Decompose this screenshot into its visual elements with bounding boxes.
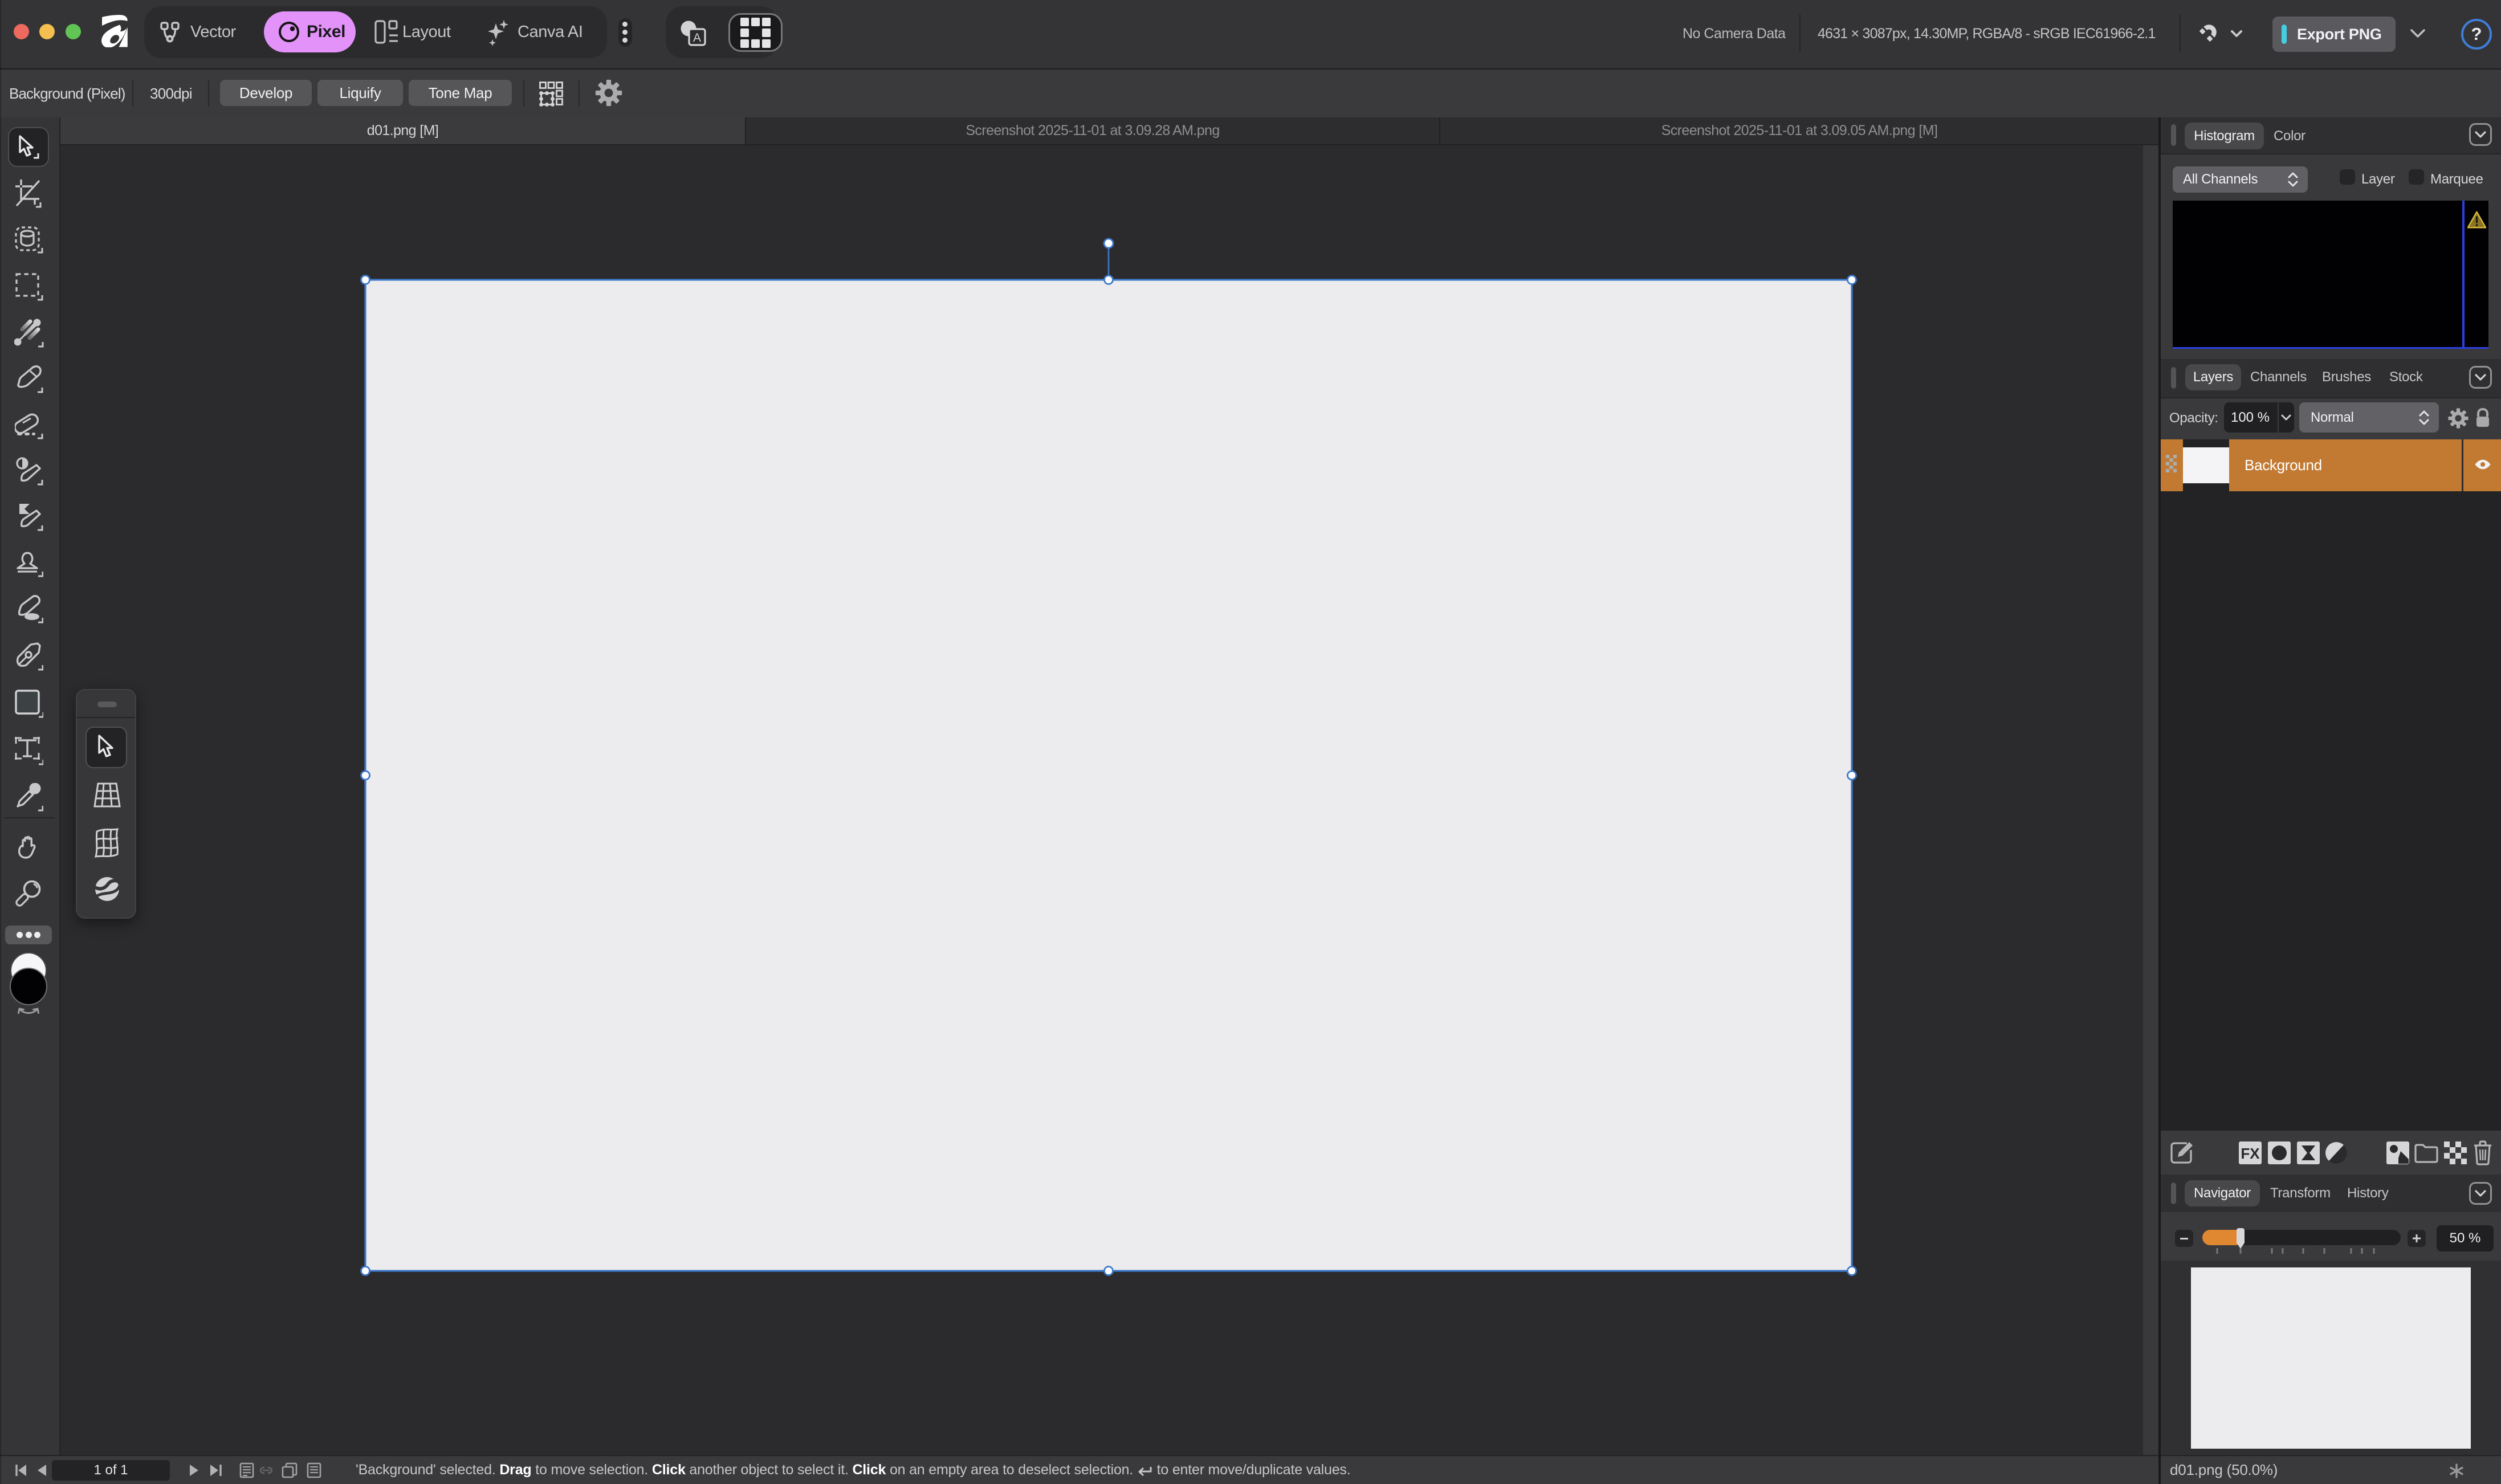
svg-text:A: A — [693, 31, 701, 44]
svg-text:FX: FX — [2241, 1145, 2260, 1162]
